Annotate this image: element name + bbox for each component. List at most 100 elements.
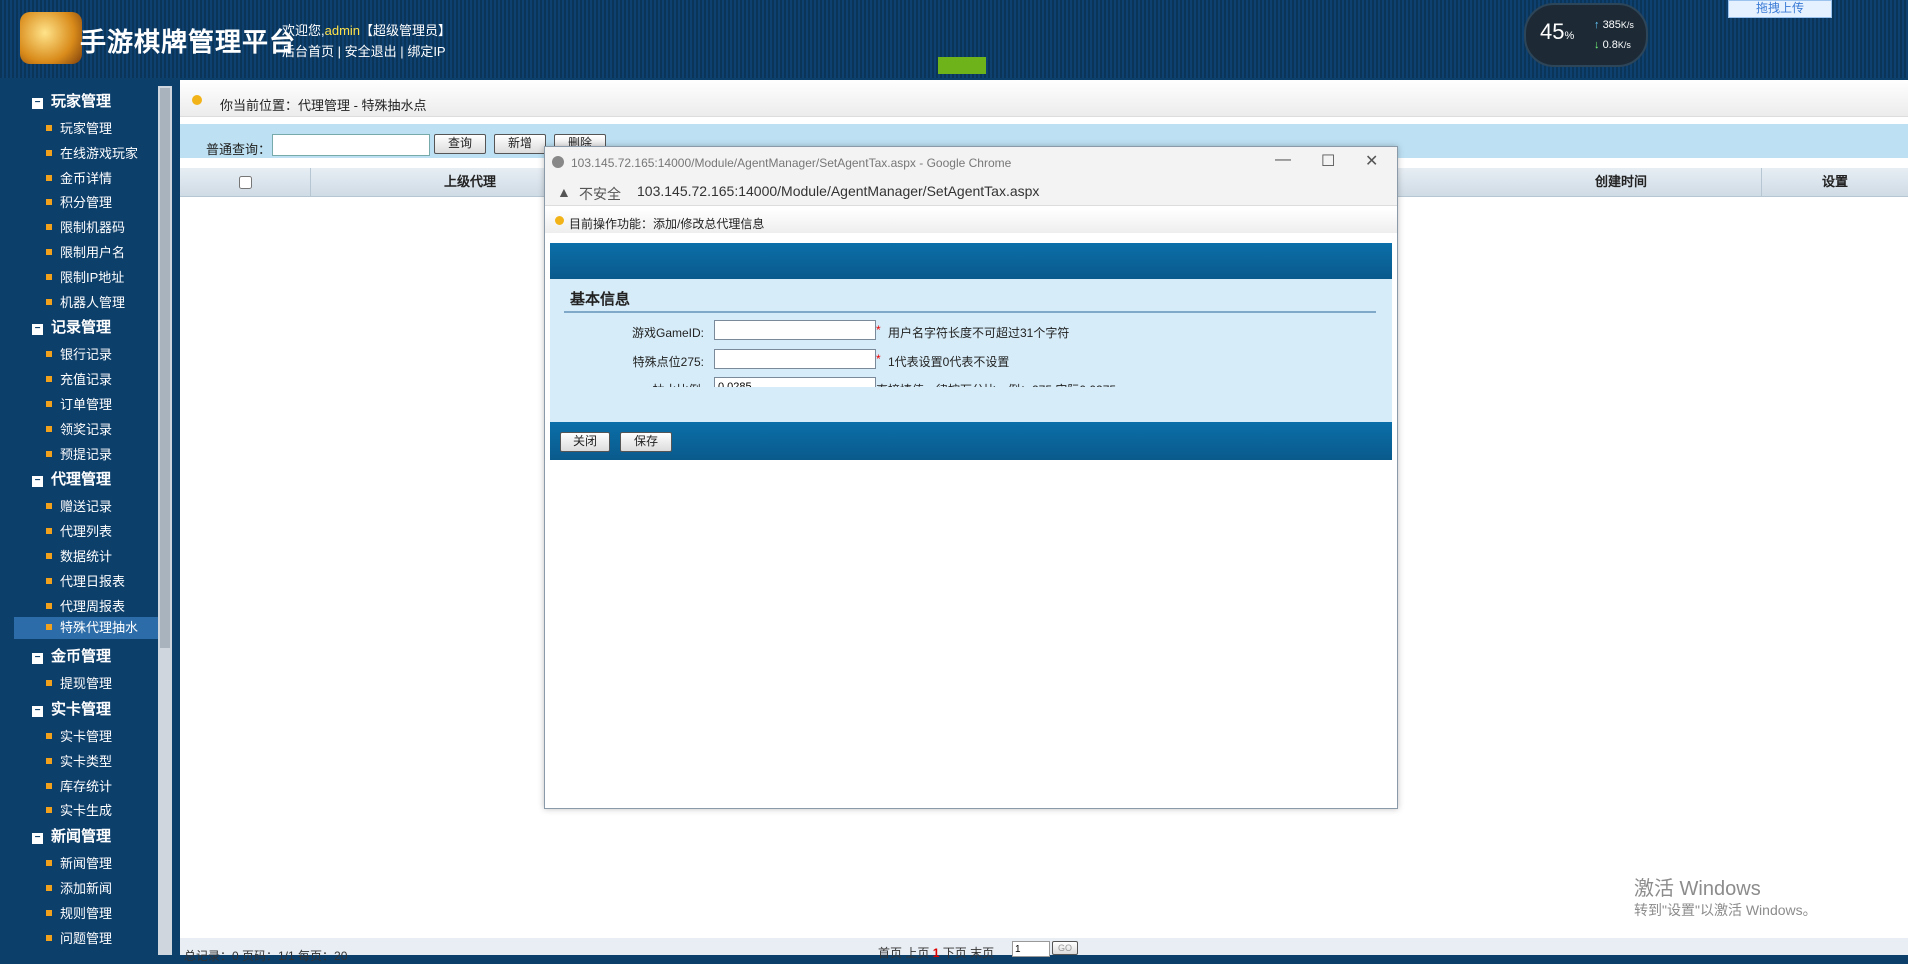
sidebar-item-label: 领奖记录 bbox=[60, 421, 113, 437]
collapse-icon[interactable]: − bbox=[32, 98, 43, 109]
bullet-icon bbox=[46, 425, 52, 432]
sidebar-item[interactable]: 规则管理 bbox=[46, 903, 112, 922]
sidebar-group[interactable]: − 记录管理 bbox=[32, 316, 111, 337]
sidebar-group[interactable]: − 金币管理 bbox=[32, 645, 111, 666]
bullet-icon bbox=[46, 298, 52, 305]
collapse-icon[interactable]: − bbox=[32, 476, 43, 488]
sidebar-item-label: 限制用户名 bbox=[60, 245, 126, 260]
sidebar-group-label: 代理管理 bbox=[51, 471, 112, 489]
query-button[interactable]: 查询 bbox=[434, 134, 486, 154]
query-input[interactable] bbox=[272, 134, 430, 156]
network-speed-widget[interactable]: 45% ↑ 385K/s ↓ 0.8K/s bbox=[1524, 3, 1648, 67]
bullet-icon bbox=[46, 249, 52, 255]
sidebar-item-label: 问题管理 bbox=[60, 930, 113, 946]
warning-icon: ▲ bbox=[557, 184, 571, 200]
bullet-icon bbox=[46, 602, 52, 609]
collapse-icon[interactable]: − bbox=[32, 833, 43, 845]
bullet-icon bbox=[46, 553, 52, 559]
link-home[interactable]: 后台首页 bbox=[282, 44, 334, 59]
game-id-input[interactable] bbox=[714, 320, 876, 340]
sidebar-group-label: 记录管理 bbox=[51, 319, 112, 337]
close-icon[interactable]: ✕ bbox=[1365, 151, 1378, 171]
required-mark: * bbox=[876, 352, 881, 366]
sidebar-group[interactable]: − 新闻管理 bbox=[32, 825, 111, 846]
sidebar-item[interactable]: 代理日报表 bbox=[46, 571, 125, 590]
sidebar-item[interactable]: 实卡生成 bbox=[46, 800, 112, 819]
sidebar-item[interactable]: 机器人管理 bbox=[46, 292, 125, 311]
maximize-icon[interactable]: ☐ bbox=[1321, 151, 1335, 171]
special-point-input[interactable] bbox=[714, 349, 876, 369]
sidebar-item[interactable]: 提现管理 bbox=[46, 673, 112, 692]
field-game-id: 游戏GameID: * 用户名字符长度不可超过31个字符 bbox=[550, 320, 1392, 342]
add-button[interactable]: 新增 bbox=[494, 134, 546, 154]
sidebar-item[interactable]: 积分管理 bbox=[46, 192, 112, 211]
collapse-icon[interactable]: − bbox=[32, 324, 43, 336]
sidebar-item[interactable]: 限制机器码 bbox=[46, 217, 125, 236]
popup-titlebar[interactable]: 103.145.72.165:14000/Module/AgentManager… bbox=[545, 147, 1397, 177]
sidebar-item[interactable]: 领奖记录 bbox=[46, 419, 112, 438]
insecure-label: 不安全 bbox=[579, 186, 621, 202]
sidebar-item[interactable]: 实卡类型 bbox=[46, 751, 112, 770]
bullet-icon bbox=[46, 149, 52, 156]
sidebar-item[interactable]: 订单管理 bbox=[46, 394, 112, 413]
save-button[interactable]: 保存 bbox=[620, 432, 672, 452]
sidebar-item[interactable]: 金币详情 bbox=[46, 168, 112, 187]
sidebar-item[interactable]: 玩家管理 bbox=[46, 118, 112, 137]
sidebar-item[interactable]: 限制用户名 bbox=[46, 242, 125, 261]
popup-url[interactable]: 103.145.72.165:14000/Module/AgentManager… bbox=[637, 183, 1039, 199]
sidebar-group[interactable]: − 玩家管理 bbox=[32, 90, 111, 111]
sidebar-group[interactable]: − 代理管理 bbox=[32, 468, 111, 489]
sidebar-item-label: 银行记录 bbox=[60, 347, 113, 363]
sidebar-item[interactable]: 特殊代理抽水 bbox=[14, 617, 158, 640]
sidebar-item[interactable]: 数据统计 bbox=[46, 546, 112, 565]
sidebar-group-label: 玩家管理 bbox=[51, 93, 112, 110]
pager-first[interactable]: 首页 bbox=[878, 946, 902, 960]
sidebar-item-label: 玩家管理 bbox=[60, 121, 113, 136]
sidebar-item[interactable]: 代理周报表 bbox=[46, 596, 125, 615]
collapse-icon[interactable]: − bbox=[32, 653, 43, 665]
sidebar-item[interactable]: 实卡管理 bbox=[46, 726, 112, 745]
section-divider bbox=[564, 311, 1376, 313]
sidebar-group-label: 金币管理 bbox=[51, 648, 112, 666]
bullet-icon bbox=[46, 624, 52, 631]
top-links: 后台首页 | 安全退出 | 绑定IP bbox=[282, 44, 446, 59]
sidebar-item[interactable]: 在线游戏玩家 bbox=[46, 143, 138, 162]
pager-last[interactable]: 末页 bbox=[970, 946, 994, 960]
pager-next[interactable]: 下页 bbox=[943, 946, 967, 960]
go-button[interactable]: GO bbox=[1052, 941, 1078, 955]
sidebar-item-label: 特殊代理抽水 bbox=[60, 620, 139, 636]
field-special-point: 特殊点位275: * 1代表设置0代表不设置 bbox=[550, 349, 1392, 371]
col-settings[interactable]: 设置 bbox=[1762, 168, 1908, 196]
sidebar-group[interactable]: − 实卡管理 bbox=[32, 698, 111, 719]
select-all-checkbox[interactable] bbox=[239, 176, 252, 189]
pager-prev[interactable]: 上页 bbox=[905, 946, 929, 960]
sidebar-item[interactable]: 充值记录 bbox=[46, 369, 112, 388]
sidebar-item[interactable]: 限制IP地址 bbox=[46, 267, 124, 286]
app-logo bbox=[20, 12, 82, 64]
sidebar-item[interactable]: 新闻管理 bbox=[46, 853, 112, 872]
windows-watermark-title: 激活 Windows bbox=[1634, 878, 1761, 900]
close-button[interactable]: 关闭 bbox=[560, 432, 610, 452]
sidebar-item[interactable]: 代理列表 bbox=[46, 521, 112, 540]
link-bind-ip[interactable]: 绑定IP bbox=[407, 44, 445, 59]
sidebar-item[interactable]: 赠送记录 bbox=[46, 496, 112, 515]
sidebar-item[interactable]: 问题管理 bbox=[46, 928, 112, 947]
link-logout[interactable]: 安全退出 bbox=[345, 44, 397, 59]
sidebar-item-label: 金币详情 bbox=[60, 170, 113, 186]
popup-breadcrumb: 目前操作功能：添加/修改总代理信息 bbox=[545, 209, 1397, 233]
sidebar-item-label: 规则管理 bbox=[60, 905, 113, 921]
bullet-icon bbox=[46, 934, 52, 941]
cloud-upload-button[interactable]: 拖拽上传 bbox=[1728, 0, 1832, 18]
sidebar-item[interactable]: 预提记录 bbox=[46, 444, 112, 463]
sidebar-scroll-thumb[interactable] bbox=[160, 88, 170, 648]
sidebar-item[interactable]: 银行记录 bbox=[46, 344, 112, 363]
username: admin bbox=[324, 23, 361, 38]
popup-address-bar[interactable]: ▲ 不安全 103.145.72.165:14000/Module/AgentM… bbox=[545, 177, 1397, 206]
sidebar-item-label: 订单管理 bbox=[60, 397, 113, 412]
windows-watermark-hint: 转到"设置"以激活 Windows。 bbox=[1634, 902, 1817, 918]
minimize-icon[interactable]: — bbox=[1275, 151, 1291, 169]
collapse-icon[interactable]: − bbox=[32, 706, 43, 717]
sidebar-item[interactable]: 库存统计 bbox=[46, 776, 112, 795]
col-created-time[interactable]: 创建时间 bbox=[1481, 168, 1762, 196]
sidebar-item[interactable]: 添加新闻 bbox=[46, 878, 112, 897]
